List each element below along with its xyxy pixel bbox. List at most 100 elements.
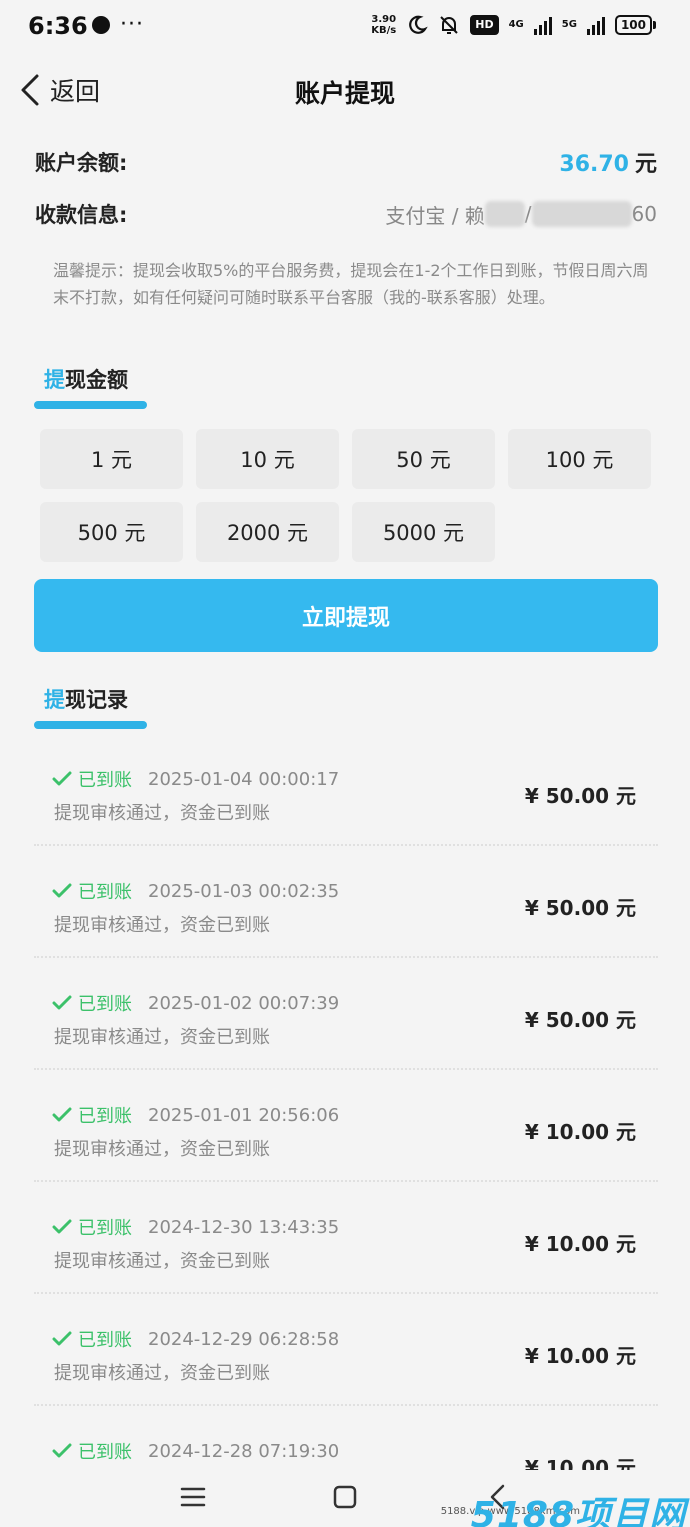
record-time: 2025-01-04 00:00:17	[148, 768, 340, 790]
record-row: 已到账 2025-01-03 00:02:35 提现审核通过，资金已到账 ¥ 5…	[34, 846, 658, 958]
watermark-logo: 5188项目网	[470, 1495, 686, 1527]
redacted-account	[531, 201, 632, 227]
record-status-text: 已到账	[78, 770, 132, 791]
record-time: 2025-01-03 00:02:35	[148, 880, 340, 902]
record-desc: 提现审核通过，资金已到账	[54, 1251, 270, 1272]
amount-option-100[interactable]: 100 元	[508, 429, 651, 489]
record-desc: 提现审核通过，资金已到账	[54, 1363, 270, 1384]
record-amount: ¥ 50.00 元	[524, 784, 636, 808]
balance-unit: 元	[634, 152, 657, 177]
record-status-text: 已到账	[78, 1218, 132, 1239]
balance-value: 36.70	[559, 152, 629, 177]
record-time: 2024-12-30 13:43:35	[148, 1216, 340, 1238]
withdraw-now-button[interactable]: 立即提现	[34, 579, 658, 652]
check-icon	[52, 1331, 72, 1346]
record-amount: ¥ 10.00 元	[524, 1344, 636, 1368]
record-status: 已到账 2025-01-02 00:07:39	[52, 990, 339, 1016]
payee-tail: 60	[631, 202, 657, 226]
amount-section-title-first: 提	[44, 368, 65, 392]
record-desc: 提现审核通过，资金已到账	[54, 803, 270, 824]
record-time: 2024-12-29 06:28:58	[148, 1328, 340, 1350]
check-icon	[52, 995, 72, 1010]
balance-amount: 36.70 元	[559, 146, 657, 178]
status-bar: 6:36 ··· 3.90 KB/s HD 4G 5G 100	[0, 0, 690, 56]
hd-voice-icon: HD	[470, 15, 499, 35]
record-status-text: 已到账	[78, 1330, 132, 1351]
balance-label: 账户余额:	[35, 151, 128, 175]
records-section-title: 提现记录	[44, 684, 128, 714]
records-section-title-rest: 现记录	[65, 688, 128, 712]
record-status: 已到账 2025-01-04 00:00:17	[52, 766, 339, 792]
check-icon	[52, 883, 72, 898]
payee-info: 支付宝 / 赖 / 60	[385, 200, 657, 229]
record-row: 已到账 2024-12-30 13:43:35 提现审核通过，资金已到账 ¥ 1…	[34, 1182, 658, 1294]
record-amount: ¥ 50.00 元	[524, 1008, 636, 1032]
screen: 6:36 ··· 3.90 KB/s HD 4G 5G 100 返回 账户提现 …	[0, 0, 690, 1527]
signal-bars-icon	[533, 15, 552, 35]
page-title: 账户提现	[294, 79, 395, 108]
amount-option-1[interactable]: 1 元	[40, 429, 183, 489]
record-amount: ¥ 50.00 元	[524, 896, 636, 920]
record-amount: ¥ 10.00 元	[524, 1120, 636, 1144]
bell-muted-icon	[440, 16, 458, 34]
battery-level: 100	[614, 15, 652, 35]
amount-option-10[interactable]: 10 元	[196, 429, 339, 489]
balance-row: 账户余额: 36.70 元	[35, 142, 657, 182]
amount-option-5000[interactable]: 5000 元	[352, 502, 495, 562]
amount-option-2000[interactable]: 2000 元	[196, 502, 339, 562]
network-speed-unit: KB/s	[371, 25, 397, 36]
record-status: 已到账 2024-12-29 06:28:58	[52, 1326, 339, 1352]
record-status: 已到账 2024-12-30 13:43:35	[52, 1214, 339, 1240]
notification-dot-icon	[92, 16, 110, 34]
moon-icon	[409, 15, 428, 34]
record-status-text: 已到账	[78, 1442, 132, 1463]
record-status: 已到账 2025-01-03 00:02:35	[52, 878, 339, 904]
records-section-title-first: 提	[44, 688, 65, 712]
record-desc: 提现审核通过，资金已到账	[54, 1027, 270, 1048]
record-desc: 提现审核通过，资金已到账	[54, 1139, 270, 1160]
record-desc: 提现审核通过，资金已到账	[54, 915, 270, 936]
withdraw-notice: 温馨提示：提现会收取5%的平台服务费，提现会在1-2个工作日到账，节假日周六周末…	[53, 261, 649, 307]
network-speed: 3.90 KB/s	[371, 14, 396, 36]
records-section-underline	[34, 721, 147, 729]
amount-section-underline	[34, 401, 147, 409]
battery-icon: 100	[614, 15, 656, 35]
payee-row: 收款信息: 支付宝 / 赖 / 60	[35, 194, 657, 234]
amount-section-header: 提现金额	[34, 364, 147, 409]
record-row: 已到账 2025-01-04 00:00:17 提现审核通过，资金已到账 ¥ 5…	[34, 734, 658, 846]
payee-label: 收款信息:	[35, 203, 128, 227]
check-icon	[52, 771, 72, 786]
status-left-icons: ···	[92, 12, 144, 37]
square-icon[interactable]	[332, 1484, 358, 1510]
status-right-icons: 3.90 KB/s HD 4G 5G 100	[371, 14, 656, 36]
payee-method: 支付宝 / 赖	[385, 203, 485, 228]
record-amount: ¥ 10.00 元	[524, 1232, 636, 1256]
record-status-text: 已到账	[78, 994, 132, 1015]
network-4g: 4G	[508, 19, 524, 30]
record-row: 已到账 2025-01-02 00:07:39 提现审核通过，资金已到账 ¥ 5…	[34, 958, 658, 1070]
amount-section-title: 提现金额	[44, 364, 128, 394]
signal-bars-icon	[586, 15, 605, 35]
menu-icon[interactable]	[180, 1484, 206, 1510]
battery-tip	[653, 21, 656, 29]
redacted-name	[484, 201, 525, 227]
record-time: 2025-01-02 00:07:39	[148, 992, 340, 1014]
records-section-header: 提现记录	[34, 684, 147, 729]
record-status: 已到账 2024-12-28 07:19:30	[52, 1438, 339, 1464]
amount-option-500[interactable]: 500 元	[40, 502, 183, 562]
payee-separator: /	[524, 202, 532, 226]
more-notifications-icon: ···	[120, 12, 144, 37]
check-icon	[52, 1107, 72, 1122]
record-row: 已到账 2024-12-29 06:28:58 提现审核通过，资金已到账 ¥ 1…	[34, 1294, 658, 1406]
record-status-text: 已到账	[78, 882, 132, 903]
network-5g: 5G	[561, 19, 577, 30]
amount-section-title-rest: 现金额	[65, 368, 128, 392]
status-time: 6:36	[28, 12, 88, 40]
check-icon	[52, 1443, 72, 1458]
record-status-text: 已到账	[78, 1106, 132, 1127]
check-icon	[52, 1219, 72, 1234]
amount-option-50[interactable]: 50 元	[352, 429, 495, 489]
record-row: 已到账 2025-01-01 20:56:06 提现审核通过，资金已到账 ¥ 1…	[34, 1070, 658, 1182]
record-time: 2024-12-28 07:19:30	[148, 1440, 340, 1462]
network-speed-value: 3.90	[371, 14, 397, 25]
